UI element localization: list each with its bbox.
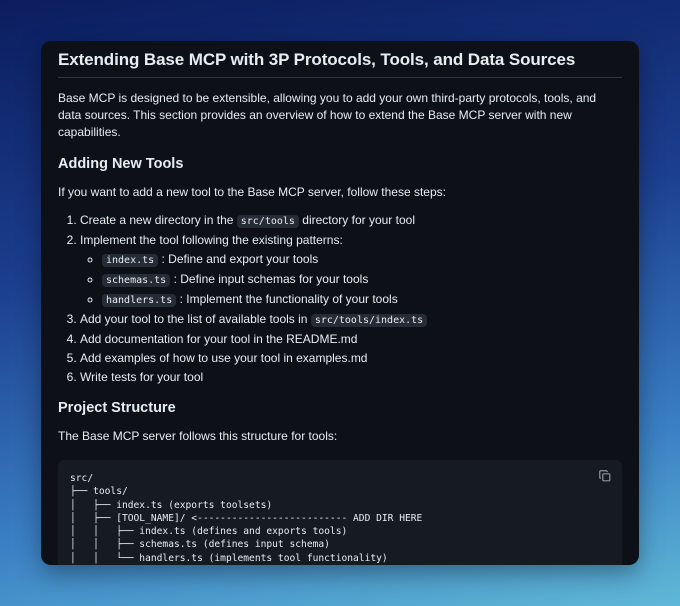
content-card: Extending Base MCP with 3P Protocols, To… [41,41,639,565]
page-title: Extending Base MCP with 3P Protocols, To… [58,41,622,78]
substep-text: : Implement the functionality of your to… [179,292,398,306]
step-text: Create a new directory in the [80,213,237,227]
step-text: Implement the tool following the existin… [80,233,343,247]
steps-list: Create a new directory in the src/tools … [58,213,622,385]
step-item: Create a new directory in the src/tools … [80,213,622,229]
section-heading-project-structure: Project Structure [58,400,176,416]
copy-icon[interactable] [598,469,612,483]
substep-item: handlers.ts : Implement the functionalit… [102,292,622,308]
inline-code: schemas.ts [102,274,171,287]
step-text: directory for your tool [298,213,415,227]
section-heading-adding-tools: Adding New Tools [58,156,184,172]
step-text: Add your tool to the list of available t… [80,312,311,326]
section-lead-project-structure: The Base MCP server follows this structu… [58,429,338,443]
step-item: Implement the tool following the existin… [80,233,622,308]
step-item: Add examples of how to use your tool in … [80,351,622,366]
step-item: Write tests for your tool [80,370,622,385]
inline-code: handlers.ts [102,294,177,307]
substep-item: index.ts : Define and export your tools [102,252,622,268]
inline-code: src/tools/index.ts [310,314,428,327]
substep-item: schemas.ts : Define input schemas for yo… [102,272,622,288]
code-block: src/ ├── tools/ │ ├── index.ts (exports … [58,460,622,565]
step-item: Add documentation for your tool in the R… [80,332,622,347]
inline-code: src/tools [236,215,299,228]
substeps-list: index.ts : Define and export your tools … [80,252,622,308]
step-item: Add your tool to the list of available t… [80,312,622,328]
section-lead-adding-tools: If you want to add a new tool to the Bas… [58,185,446,199]
inline-code: index.ts [102,254,159,267]
substep-text: : Define input schemas for your tools [173,272,369,286]
substep-text: : Define and export your tools [161,252,319,266]
code-content: src/ ├── tools/ │ ├── index.ts (exports … [70,473,423,564]
intro-paragraph: Base MCP is designed to be extensible, a… [58,91,597,139]
